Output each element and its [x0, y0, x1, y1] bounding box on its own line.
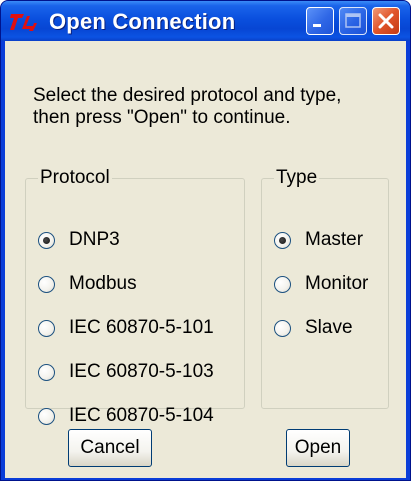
cancel-button[interactable]: Cancel	[68, 429, 152, 467]
protocol-group-label: Protocol	[40, 167, 110, 188]
radio-unchecked-icon	[38, 319, 55, 337]
minimize-icon	[313, 24, 321, 27]
radio-type-slave[interactable]: Slave	[274, 315, 353, 341]
protocol-group: Protocol DNP3 Modbus IEC 60870-5-101 IEC…	[25, 167, 245, 426]
radio-protocol-dnp3[interactable]: DNP3	[38, 227, 120, 253]
dialog-body: Select the desired protocol and type, th…	[5, 41, 406, 478]
radio-unchecked-icon	[38, 275, 55, 293]
type-group: Type Master Monitor Slave	[261, 167, 389, 409]
instruction-line-2: then press "Open" to continue.	[33, 107, 291, 128]
open-button[interactable]: Open	[286, 429, 350, 467]
window-title: Open Connection	[49, 9, 236, 34]
radio-unchecked-icon	[38, 407, 55, 425]
radio-label: Slave	[305, 317, 353, 338]
maximize-button[interactable]	[339, 7, 367, 35]
radio-label: Master	[305, 229, 364, 250]
radio-type-master[interactable]: Master	[274, 227, 363, 253]
radio-protocol-iec-104[interactable]: IEC 60870-5-104	[38, 403, 214, 429]
maximize-icon	[345, 13, 361, 28]
title-bar[interactable]: Open Connection	[1, 1, 410, 41]
radio-unchecked-icon	[274, 319, 291, 337]
radio-unchecked-icon	[38, 363, 55, 381]
radio-protocol-iec-101[interactable]: IEC 60870-5-101	[38, 315, 214, 341]
open-connection-dialog: Open Connection Select the desired proto…	[0, 0, 411, 481]
radio-label: DNP3	[69, 229, 120, 250]
radio-protocol-modbus[interactable]: Modbus	[38, 271, 137, 297]
radio-checked-icon	[274, 231, 291, 249]
radio-label: Modbus	[69, 273, 137, 294]
instruction-line-1: Select the desired protocol and type,	[33, 85, 342, 106]
radio-label: IEC 60870-5-104	[69, 405, 214, 426]
type-group-label: Type	[276, 167, 318, 188]
minimize-button[interactable]	[306, 7, 334, 35]
radio-label: IEC 60870-5-101	[69, 317, 214, 338]
app-logo-icon	[9, 9, 41, 33]
radio-checked-icon	[38, 231, 55, 249]
radio-protocol-iec-103[interactable]: IEC 60870-5-103	[38, 359, 214, 385]
close-icon	[378, 13, 394, 29]
radio-label: Monitor	[305, 273, 369, 294]
radio-label: IEC 60870-5-103	[69, 361, 214, 382]
radio-unchecked-icon	[274, 275, 291, 293]
instructions: Select the desired protocol and type, th…	[33, 85, 341, 129]
close-button[interactable]	[372, 7, 400, 35]
radio-type-monitor[interactable]: Monitor	[274, 271, 368, 297]
